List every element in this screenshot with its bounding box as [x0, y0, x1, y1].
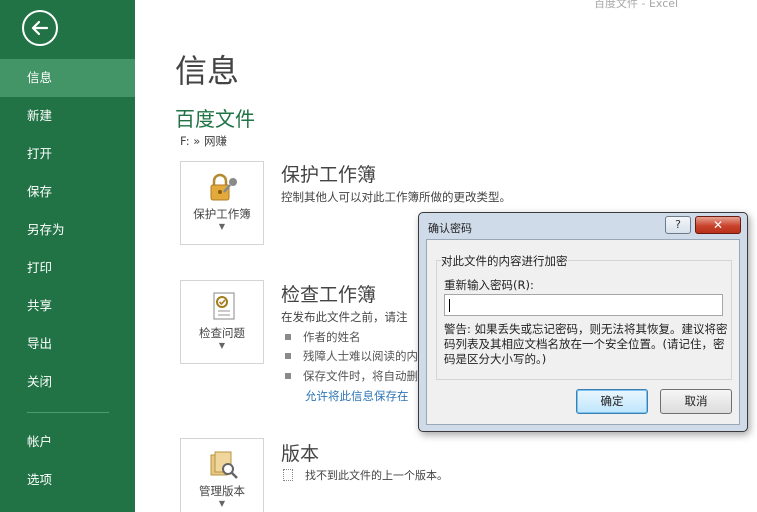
tile-label: 保护工作簿: [193, 207, 251, 221]
page-title: 信息: [175, 52, 240, 90]
inspect-document-icon: [213, 292, 235, 320]
help-button[interactable]: ?: [665, 216, 691, 234]
inspect-bullet: 保存文件时，将自动删: [285, 368, 418, 384]
protect-heading: 保护工作簿: [281, 164, 377, 186]
sidebar-item-print[interactable]: 打印: [0, 249, 135, 287]
excel-backstage: 百度文件 - Excel 信息 新建 打开 保存 另存为 打印 共享 导出 关闭…: [0, 0, 757, 512]
close-button[interactable]: ✕: [695, 216, 741, 234]
chevron-down-icon: ▼: [218, 341, 226, 350]
versions-icon: [210, 451, 238, 479]
dialog-title: 确认密码: [428, 222, 472, 235]
password-field-label: 重新输入密码(R):: [444, 278, 534, 292]
back-button[interactable]: [22, 10, 58, 46]
sidebar-item-share[interactable]: 共享: [0, 287, 135, 325]
chevron-down-icon: ▼: [218, 499, 226, 508]
group-title: 对此文件的内容进行加密: [441, 253, 568, 269]
inspect-heading: 检查工作簿: [281, 284, 377, 306]
lock-key-icon: [210, 173, 237, 201]
sidebar-item-account[interactable]: 帐户: [0, 423, 135, 461]
confirm-password-dialog: 确认密码 ? ✕ 对此文件的内容进行加密 重新输入密码(R): 警告: 如果丢失…: [418, 212, 748, 432]
protect-description: 控制其他人可以对此工作簿所做的更改类型。: [281, 190, 511, 204]
sidebar-item-export[interactable]: 导出: [0, 325, 135, 363]
password-input[interactable]: [444, 294, 723, 316]
tile-label: 管理版本: [199, 484, 245, 498]
inspect-description: 在发布此文件之前，请注: [281, 310, 408, 324]
text-caret: [449, 299, 450, 312]
document-path: F: » 网赚: [180, 134, 227, 148]
back-arrow-icon: [31, 20, 49, 36]
window-title: 百度文件 - Excel: [594, 0, 679, 10]
tile-label: 检查问题: [199, 326, 245, 340]
document-icon: [283, 469, 293, 481]
inspect-bullet: 残障人士难以阅读的内: [285, 348, 418, 364]
document-name: 百度文件: [175, 107, 255, 131]
inspect-bullet: 作者的姓名: [285, 329, 361, 345]
chevron-down-icon: ▼: [218, 222, 226, 231]
backstage-sidebar: 信息 新建 打开 保存 另存为 打印 共享 导出 关闭 帐户 选项: [0, 0, 135, 512]
versions-heading: 版本: [281, 443, 320, 465]
sidebar-item-open[interactable]: 打开: [0, 135, 135, 173]
sidebar-item-save[interactable]: 保存: [0, 173, 135, 211]
sidebar-item-options[interactable]: 选项: [0, 461, 135, 499]
protect-workbook-button[interactable]: 保护工作簿 ▼: [180, 161, 264, 245]
dialog-body: 对此文件的内容进行加密 重新输入密码(R): 警告: 如果丢失或忘记密码，则无法…: [426, 239, 740, 425]
ok-button[interactable]: 确定: [576, 389, 648, 414]
sidebar-item-save-as[interactable]: 另存为: [0, 211, 135, 249]
sidebar-divider: [27, 412, 109, 413]
warning-text: 警告: 如果丢失或忘记密码，则无法将其恢复。建议将密码列表及其相应文档名放在一个…: [444, 322, 728, 366]
sidebar-item-info[interactable]: 信息: [0, 59, 135, 97]
check-issues-button[interactable]: 检查问题 ▼: [180, 280, 264, 364]
manage-versions-button[interactable]: 管理版本 ▼: [180, 438, 264, 512]
allow-save-info-link[interactable]: 允许将此信息保存在: [305, 388, 409, 404]
sidebar-item-new[interactable]: 新建: [0, 97, 135, 135]
sidebar-item-close[interactable]: 关闭: [0, 363, 135, 401]
cancel-button[interactable]: 取消: [660, 389, 732, 414]
versions-description: 找不到此文件的上一个版本。: [283, 467, 448, 483]
